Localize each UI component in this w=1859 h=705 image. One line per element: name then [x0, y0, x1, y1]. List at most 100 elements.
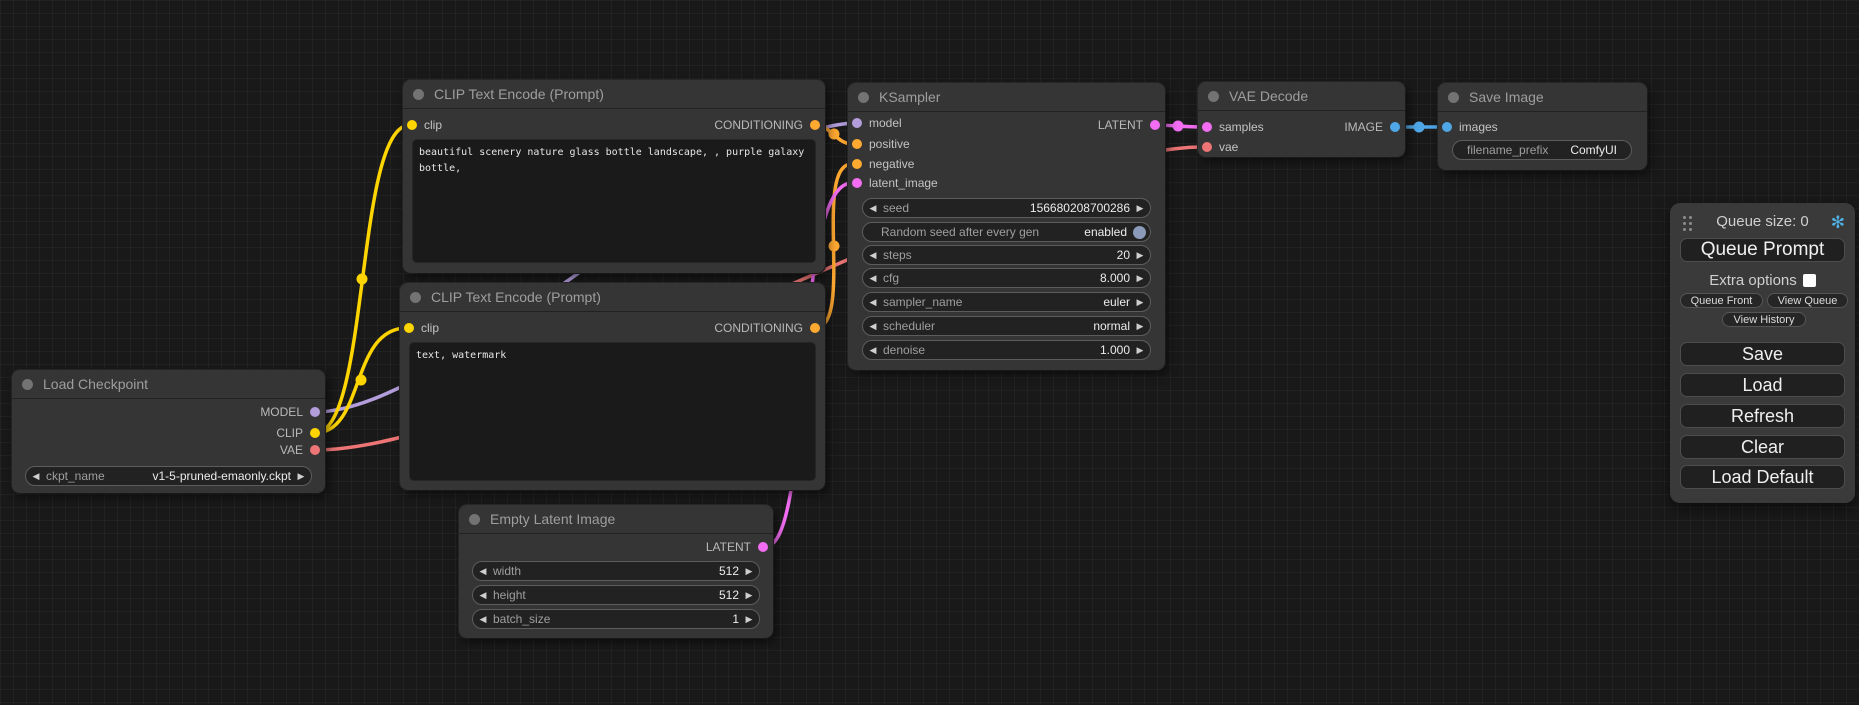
node-graph-canvas[interactable]: Load Checkpoint MODEL CLIP VAE ◀ ckpt_na… [0, 0, 1859, 705]
decrement-arrow-icon[interactable]: ◀ [473, 585, 493, 605]
wire-midpoint-cond1 [829, 129, 840, 140]
input-slot-images: images [1438, 117, 1598, 137]
clear-button[interactable]: Clear [1680, 435, 1845, 459]
queue-prompt-button[interactable]: Queue Prompt [1680, 238, 1845, 262]
increment-arrow-icon[interactable]: ▶ [1130, 316, 1150, 336]
node-load-checkpoint[interactable]: Load Checkpoint MODEL CLIP VAE ◀ ckpt_na… [12, 370, 325, 493]
increment-arrow-icon[interactable]: ▶ [1130, 292, 1150, 312]
refresh-button[interactable]: Refresh [1680, 404, 1845, 428]
latent-image-input-dot[interactable] [852, 178, 862, 188]
positive-input-dot[interactable] [852, 139, 862, 149]
increment-arrow-icon[interactable]: ▶ [1130, 268, 1150, 288]
conditioning-output-dot[interactable] [810, 120, 820, 130]
node-header[interactable]: Empty Latent Image [459, 505, 773, 534]
decrement-arrow-icon[interactable]: ◀ [863, 268, 883, 288]
increment-arrow-icon[interactable]: ▶ [1130, 340, 1150, 360]
node-header[interactable]: Load Checkpoint [12, 370, 325, 399]
node-header[interactable]: Save Image [1438, 83, 1647, 112]
toggle-enabled-dot[interactable] [1133, 226, 1146, 239]
clip-input-dot[interactable] [404, 323, 414, 333]
model-output-dot[interactable] [310, 407, 320, 417]
node-status-dot[interactable] [1208, 91, 1219, 102]
increment-arrow-icon[interactable]: ▶ [739, 561, 759, 581]
images-input-dot[interactable] [1442, 122, 1452, 132]
view-history-button[interactable]: View History [1722, 312, 1806, 327]
vae-input-dot[interactable] [1202, 142, 1212, 152]
decrement-arrow-icon[interactable]: ◀ [473, 609, 493, 629]
clip-output-dot[interactable] [310, 428, 320, 438]
node-title: CLIP Text Encode (Prompt) [431, 289, 601, 305]
node-header[interactable]: CLIP Text Encode (Prompt) [403, 80, 825, 109]
increment-arrow-icon[interactable]: ▶ [291, 466, 311, 486]
save-button[interactable]: Save [1680, 342, 1845, 366]
filename-prefix-widget[interactable]: filename_prefix ComfyUI [1452, 140, 1632, 160]
batch-size-widget[interactable]: ◀ batch_size 1 ▶ [472, 609, 760, 629]
random-seed-toggle[interactable]: Random seed after every gen enabled [862, 222, 1151, 242]
prompt-textarea[interactable]: beautiful scenery nature glass bottle la… [413, 140, 815, 262]
increment-arrow-icon[interactable]: ▶ [739, 609, 759, 629]
steps-widget[interactable]: ◀ steps 20 ▶ [862, 245, 1151, 265]
clip-input-dot[interactable] [407, 120, 417, 130]
output-slot-latent: LATENT [1035, 115, 1165, 135]
node-empty-latent-image[interactable]: Empty Latent Image LATENT ◀ width 512 ▶ … [459, 505, 773, 638]
decrement-arrow-icon[interactable]: ◀ [26, 466, 46, 486]
node-clip-text-encode-negative[interactable]: CLIP Text Encode (Prompt) clip CONDITION… [400, 283, 825, 490]
node-status-dot[interactable] [858, 92, 869, 103]
denoise-widget[interactable]: ◀ denoise 1.000 ▶ [862, 340, 1151, 360]
node-vae-decode[interactable]: VAE Decode samples IMAGE vae [1198, 82, 1405, 157]
seed-widget[interactable]: ◀ seed 156680208700286 ▶ [862, 198, 1151, 218]
view-queue-button[interactable]: View Queue [1767, 293, 1848, 308]
increment-arrow-icon[interactable]: ▶ [739, 585, 759, 605]
queue-panel[interactable]: Queue size: 0 ✻ Queue Prompt Extra optio… [1670, 203, 1855, 503]
cfg-widget[interactable]: ◀ cfg 8.000 ▶ [862, 268, 1151, 288]
load-default-button[interactable]: Load Default [1680, 465, 1845, 489]
node-title: Empty Latent Image [490, 511, 615, 527]
node-status-dot[interactable] [410, 292, 421, 303]
decrement-arrow-icon[interactable]: ◀ [863, 340, 883, 360]
scheduler-widget[interactable]: ◀ scheduler normal ▶ [862, 316, 1151, 336]
load-button[interactable]: Load [1680, 373, 1845, 397]
node-status-dot[interactable] [22, 379, 33, 390]
node-header[interactable]: KSampler [848, 83, 1165, 112]
negative-input-dot[interactable] [852, 159, 862, 169]
decrement-arrow-icon[interactable]: ◀ [863, 292, 883, 312]
latent-output-dot[interactable] [758, 542, 768, 552]
node-status-dot[interactable] [1448, 92, 1459, 103]
wire-midpoint-latent2 [1173, 121, 1184, 132]
queue-front-button[interactable]: Queue Front [1680, 293, 1763, 308]
node-status-dot[interactable] [413, 89, 424, 100]
input-slot-clip: clip [403, 115, 603, 135]
decrement-arrow-icon[interactable]: ◀ [863, 316, 883, 336]
queue-size-label: Queue size: 0 [1670, 211, 1855, 233]
gear-icon[interactable]: ✻ [1831, 213, 1845, 233]
input-slot-model: model [848, 113, 1028, 133]
extra-options-checkbox[interactable] [1803, 274, 1816, 287]
node-save-image[interactable]: Save Image images filename_prefix ComfyU… [1438, 83, 1647, 170]
image-output-dot[interactable] [1390, 122, 1400, 132]
node-status-dot[interactable] [469, 514, 480, 525]
ckpt-name-widget[interactable]: ◀ ckpt_name v1-5-pruned-emaonly.ckpt ▶ [25, 466, 312, 486]
sampler-name-widget[interactable]: ◀ sampler_name euler ▶ [862, 292, 1151, 312]
vae-output-dot[interactable] [310, 445, 320, 455]
increment-arrow-icon[interactable]: ▶ [1130, 245, 1150, 265]
model-input-dot[interactable] [852, 118, 862, 128]
wire-midpoint-clip2 [356, 375, 367, 386]
conditioning-output-dot[interactable] [810, 323, 820, 333]
decrement-arrow-icon[interactable]: ◀ [863, 245, 883, 265]
height-widget[interactable]: ◀ height 512 ▶ [472, 585, 760, 605]
decrement-arrow-icon[interactable]: ◀ [473, 561, 493, 581]
node-header[interactable]: CLIP Text Encode (Prompt) [400, 283, 825, 312]
output-slot-conditioning: CONDITIONING [605, 318, 825, 338]
decrement-arrow-icon[interactable]: ◀ [863, 198, 883, 218]
prompt-textarea[interactable]: text, watermark [410, 343, 815, 480]
output-slot-vae: VAE [12, 440, 325, 460]
node-clip-text-encode-positive[interactable]: CLIP Text Encode (Prompt) clip CONDITION… [403, 80, 825, 273]
increment-arrow-icon[interactable]: ▶ [1130, 198, 1150, 218]
samples-input-dot[interactable] [1202, 122, 1212, 132]
node-ksampler[interactable]: KSampler model LATENT positive negative … [848, 83, 1165, 370]
latent-output-dot[interactable] [1150, 120, 1160, 130]
width-widget[interactable]: ◀ width 512 ▶ [472, 561, 760, 581]
node-header[interactable]: VAE Decode [1198, 82, 1405, 111]
drag-handle-icon[interactable] [1683, 216, 1686, 219]
node-title: Load Checkpoint [43, 376, 148, 392]
